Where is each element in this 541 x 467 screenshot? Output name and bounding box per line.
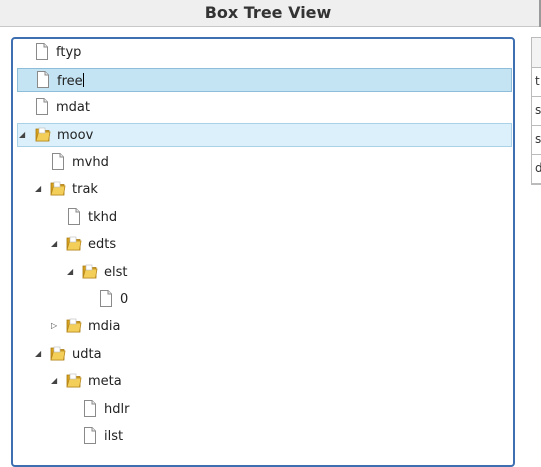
tree-item-hdlr[interactable]: hdlr xyxy=(17,398,512,422)
tree-item-mdat[interactable]: mdat xyxy=(17,96,512,120)
tree-item-trak[interactable]: ◢ trak xyxy=(17,178,512,202)
table-cell[interactable]: d xyxy=(532,154,541,184)
box-tree[interactable]: ftyp free mdat ◢ moov mvhd ◢ trak tkhd ◢… xyxy=(11,37,515,467)
folder-icon xyxy=(66,372,82,389)
file-icon xyxy=(82,427,98,444)
folder-icon xyxy=(82,263,98,280)
tree-item-udta[interactable]: ◢ udta xyxy=(17,343,512,367)
folder-icon xyxy=(50,180,66,197)
tree-item-label: moov xyxy=(57,128,94,143)
tree-item-label: elst xyxy=(104,265,128,280)
expand-toggle-icon[interactable]: ◢ xyxy=(35,185,43,193)
file-icon xyxy=(82,400,98,417)
tree-item-tkhd[interactable]: tkhd xyxy=(17,206,512,230)
tree-item-label: 0 xyxy=(120,292,129,307)
file-icon xyxy=(50,153,66,170)
tree-item-elst[interactable]: ◢ elst xyxy=(17,261,512,285)
panel-title-bar: Box Tree View xyxy=(0,0,541,27)
properties-table: t s s d xyxy=(531,37,541,185)
file-icon xyxy=(98,290,114,307)
tree-item-label: ilst xyxy=(104,429,124,444)
table-header-cell xyxy=(532,38,541,68)
tree-item-label: mdia xyxy=(88,319,121,334)
tree-item-label: udta xyxy=(72,347,102,362)
tree-item-edts[interactable]: ◢ edts xyxy=(17,233,512,257)
expand-toggle-icon[interactable]: ◢ xyxy=(51,377,59,385)
expand-toggle-icon[interactable]: ◢ xyxy=(35,350,43,358)
folder-icon xyxy=(35,126,51,143)
folder-icon xyxy=(50,345,66,362)
file-icon xyxy=(34,43,50,60)
tree-item-label: edts xyxy=(88,237,117,252)
file-icon xyxy=(66,208,82,225)
tree-item-moov[interactable]: ◢ moov xyxy=(17,123,512,147)
tree-item-label: mvhd xyxy=(72,155,109,170)
tree-item-ilst[interactable]: ilst xyxy=(17,425,512,449)
tree-item-ftyp[interactable]: ftyp xyxy=(17,41,512,65)
table-cell[interactable]: t xyxy=(532,67,541,97)
tree-item-label: meta xyxy=(88,374,122,389)
folder-icon xyxy=(66,317,82,334)
tree-item-0[interactable]: 0 xyxy=(17,288,512,312)
tree-item-mvhd[interactable]: mvhd xyxy=(17,151,512,175)
folder-icon xyxy=(66,235,82,252)
expand-toggle-icon[interactable]: ◢ xyxy=(51,240,59,248)
table-cell[interactable]: s xyxy=(532,96,541,126)
panel-title: Box Tree View xyxy=(204,3,332,22)
expand-toggle-icon[interactable]: ◢ xyxy=(67,268,75,276)
file-icon xyxy=(34,98,50,115)
tree-item-meta[interactable]: ◢ meta xyxy=(17,370,512,394)
tree-item-label: hdlr xyxy=(104,402,130,417)
tree-item-label-editing[interactable]: free xyxy=(57,73,84,89)
tree-item-label: mdat xyxy=(56,100,90,115)
collapsed-toggle-icon[interactable]: ▷ xyxy=(51,322,59,330)
expand-toggle-icon[interactable]: ◢ xyxy=(19,131,27,139)
tree-item-label: trak xyxy=(72,182,98,197)
tree-item-label: tkhd xyxy=(88,210,118,225)
file-icon xyxy=(35,71,51,88)
text-cursor xyxy=(82,73,84,87)
tree-item-mdia[interactable]: ▷ mdia xyxy=(17,315,512,339)
table-cell[interactable]: s xyxy=(532,125,541,155)
tree-item-label: ftyp xyxy=(56,45,82,60)
tree-item-free[interactable]: free xyxy=(17,68,512,92)
